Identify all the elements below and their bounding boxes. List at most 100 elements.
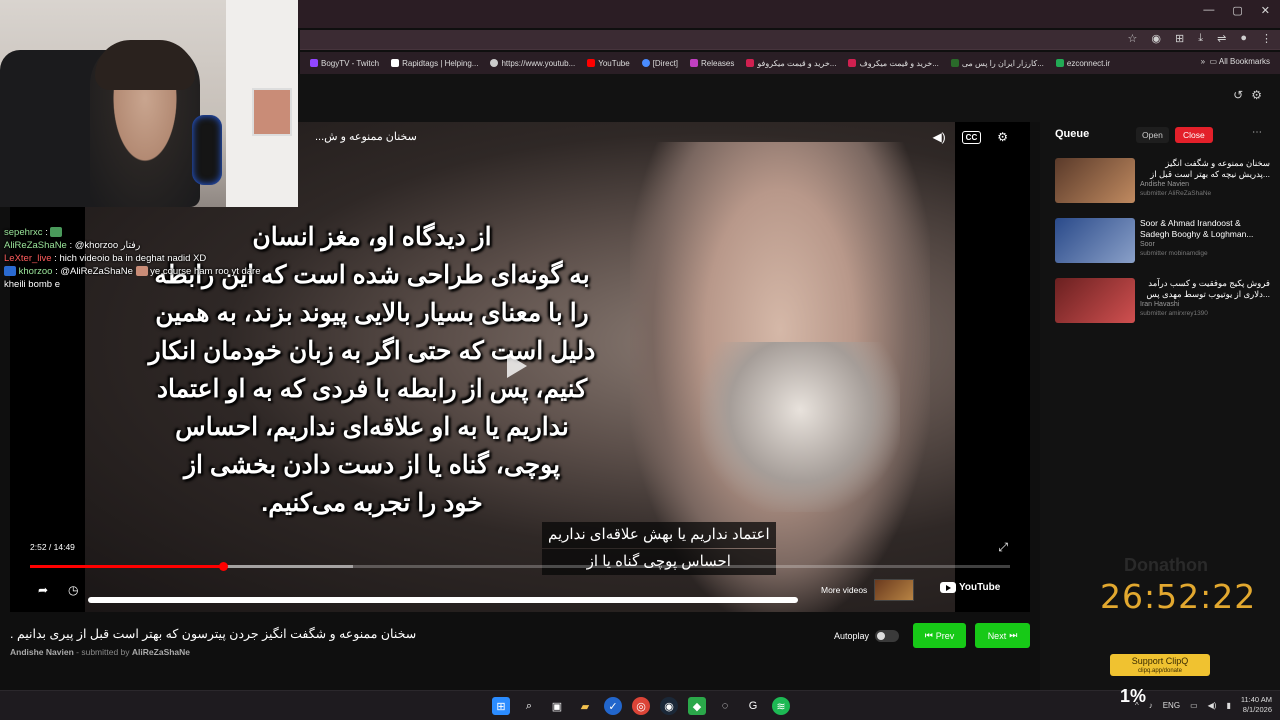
steam-icon[interactable]: ◉: [660, 697, 678, 715]
battery-icon[interactable]: ▮: [1226, 701, 1230, 710]
ezconnect-icon: [1055, 59, 1064, 67]
youtube-icon: [940, 582, 956, 593]
play-icon[interactable]: [507, 354, 527, 378]
captions-icon[interactable]: CC: [961, 130, 982, 144]
language-indicator[interactable]: ENG: [1163, 701, 1180, 710]
queue-item[interactable]: Soor & Ahmad Irandoost & Sadegh Booghy &…: [1055, 218, 1275, 266]
header-icons: ↺ ⚙: [1233, 88, 1262, 102]
bookmark-item[interactable]: Releases: [690, 59, 734, 68]
menu-icon[interactable]: ⋮: [1261, 32, 1272, 45]
globe-icon: [490, 59, 499, 67]
cast-icon[interactable]: ⇌: [1217, 32, 1226, 45]
task-view-icon[interactable]: ▣: [548, 697, 566, 715]
windows-start-icon[interactable]: ⊞: [492, 697, 510, 715]
bookmark-item[interactable]: https://www.youtub...: [490, 59, 575, 68]
queue-close-button[interactable]: Close: [1175, 127, 1213, 143]
channel-name[interactable]: Andishe Navien: [10, 647, 74, 657]
queue-thumbnail: [1055, 158, 1135, 203]
volume-icon[interactable]: ◀): [932, 130, 945, 144]
close-window-button[interactable]: ✕: [1261, 4, 1270, 17]
queue-item-submitter: submitter AliReZaShaNe: [1140, 190, 1212, 197]
skip-forward-icon: ⏭: [1009, 630, 1018, 640]
search-icon[interactable]: ⌕: [520, 697, 538, 715]
microphone-icon[interactable]: ♪: [1149, 701, 1153, 710]
headphones-icon: [641, 59, 650, 67]
submitter-name[interactable]: AliReZaShaNe: [132, 647, 190, 657]
taskbar-apps: ⊞ ⌕ ▣ ▰ ✓ ◎ ◉ ◆ ◌ G ≋: [492, 697, 790, 715]
bookmark-star-icon[interactable]: ☆: [1128, 32, 1138, 45]
progress-scrubber[interactable]: [219, 562, 229, 571]
puzzle-icon[interactable]: ⊞: [1175, 32, 1184, 45]
queue-open-button[interactable]: Open: [1136, 127, 1169, 143]
bookmark-item[interactable]: ezconnect.ir: [1055, 59, 1110, 68]
player-bottom-bar: ➦ ◷ More videos YouTube: [10, 577, 1030, 612]
file-explorer-icon[interactable]: ▰: [576, 697, 594, 715]
percent-overlay: 1%: [1120, 686, 1147, 706]
chat-message: LeXter_live : hich videoio ba in deghat …: [4, 253, 207, 264]
system-tray: ^ ♪ ENG ▭ ◀) ▮ 11:40 AM 8/1/2026: [1135, 695, 1272, 715]
network-icon[interactable]: ▭: [1190, 701, 1198, 710]
prev-button[interactable]: ⏮ Prev: [913, 623, 966, 648]
gear-icon[interactable]: ⚙: [997, 130, 1008, 144]
queue-item[interactable]: فروش پکیج موفقیت و کسب درآمد ...دلاری از…: [1055, 278, 1275, 326]
volume-icon[interactable]: ◀): [1208, 701, 1217, 710]
bookmark-item[interactable]: [Direct]: [641, 59, 678, 68]
next-button[interactable]: Next ⏭: [975, 623, 1030, 648]
time-display: 2:52 / 14:49: [30, 542, 75, 552]
queue-item-channel: Andishe Navien: [1140, 181, 1190, 188]
bookmark-item[interactable]: خرید و قیمت میکروف...: [848, 59, 939, 68]
player-overlay-title[interactable]: سخنان ممنوعه و ش...: [315, 130, 417, 143]
share-icon[interactable]: ➦: [38, 583, 48, 597]
queue-item-channel: Soor: [1140, 241, 1155, 248]
history-icon[interactable]: ↺: [1233, 88, 1243, 102]
download-icon[interactable]: ⤓: [1198, 32, 1203, 45]
donathon-label: Donathon: [1124, 555, 1208, 575]
obs-icon[interactable]: ◌: [716, 697, 734, 715]
maximize-button[interactable]: ▢: [1232, 4, 1242, 17]
extension-icon[interactable]: ◉: [1151, 32, 1161, 45]
rapidtags-icon: [391, 59, 400, 67]
all-bookmarks[interactable]: » ▭ All Bookmarks: [1201, 57, 1270, 66]
minimize-button[interactable]: —: [1203, 4, 1214, 17]
chat-message: kheili bomb e: [4, 279, 60, 290]
autoplay-control[interactable]: Autoplay: [834, 630, 900, 642]
app-icon[interactable]: ✓: [604, 697, 622, 715]
petition-icon: [950, 59, 959, 67]
settings-sliders-icon[interactable]: ⚙: [1251, 88, 1262, 102]
shop-icon: [848, 59, 857, 67]
app-icon[interactable]: G: [744, 697, 762, 715]
bookmarks-bar: BogyTV - Twitch Rapidtags | Helping... h…: [300, 52, 1280, 74]
taskbar: ⊞ ⌕ ▣ ▰ ✓ ◎ ◉ ◆ ◌ G ≋ ^ ♪ ENG ▭ ◀) ▮ 11:…: [0, 690, 1280, 720]
bookmark-item[interactable]: BogyTV - Twitch: [310, 59, 379, 68]
video-meta: Andishe Navien - submitted by AliReZaSha…: [10, 647, 191, 657]
more-options-icon[interactable]: ⋯: [1252, 127, 1262, 138]
clipq-badge: Support ClipQ clipq.app/donate: [1110, 654, 1210, 676]
clock[interactable]: 11:40 AM 8/1/2026: [1241, 695, 1272, 715]
progress-bar[interactable]: [30, 562, 1010, 571]
queue-thumbnail: [1055, 278, 1135, 323]
queue-item[interactable]: سخنان ممنوعه و شگفت انگیز ...پدریش نیچه …: [1055, 158, 1275, 206]
fullscreen-icon[interactable]: ⤢: [998, 540, 1008, 555]
bookmark-item[interactable]: Rapidtags | Helping...: [391, 59, 478, 68]
spotify-icon[interactable]: ≋: [772, 697, 790, 715]
app-icon[interactable]: ◆: [688, 697, 706, 715]
youtube-logo[interactable]: YouTube: [940, 582, 1000, 593]
webcam-microphone: [192, 115, 222, 185]
clock-icon[interactable]: ◷: [68, 583, 78, 597]
video-info: سخنان ممنوعه و شگفت انگیز جردن پیترسون ک…: [0, 612, 1040, 690]
more-videos-thumbnail[interactable]: [874, 579, 914, 601]
bookmark-item[interactable]: YouTube: [587, 59, 630, 68]
waveform-visualizer: [88, 597, 798, 603]
more-videos-link[interactable]: More videos: [821, 585, 867, 595]
autoplay-toggle[interactable]: [875, 630, 900, 642]
queue-thumbnail: [1055, 218, 1135, 263]
address-bar[interactable]: ☆ ◉ ⊞ ⤓ ⇌ ● ⋮: [300, 30, 1280, 50]
profile-icon[interactable]: ●: [1240, 32, 1247, 45]
bookmark-item[interactable]: خرید و قیمت میکروفو...: [746, 59, 836, 68]
chat-message: AliReZaShaNe : @khorzoo رفتار: [4, 240, 141, 251]
chrome-icon[interactable]: ◎: [632, 697, 650, 715]
emote-icon: [135, 266, 148, 277]
bookmark-item[interactable]: کارزار ایران را پس می...: [950, 59, 1044, 68]
screen: { "browser": { "window_controls": ["—", …: [0, 0, 1280, 720]
queue-item-title: Soor & Ahmad Irandoost & Sadegh Booghy &…: [1140, 218, 1254, 239]
